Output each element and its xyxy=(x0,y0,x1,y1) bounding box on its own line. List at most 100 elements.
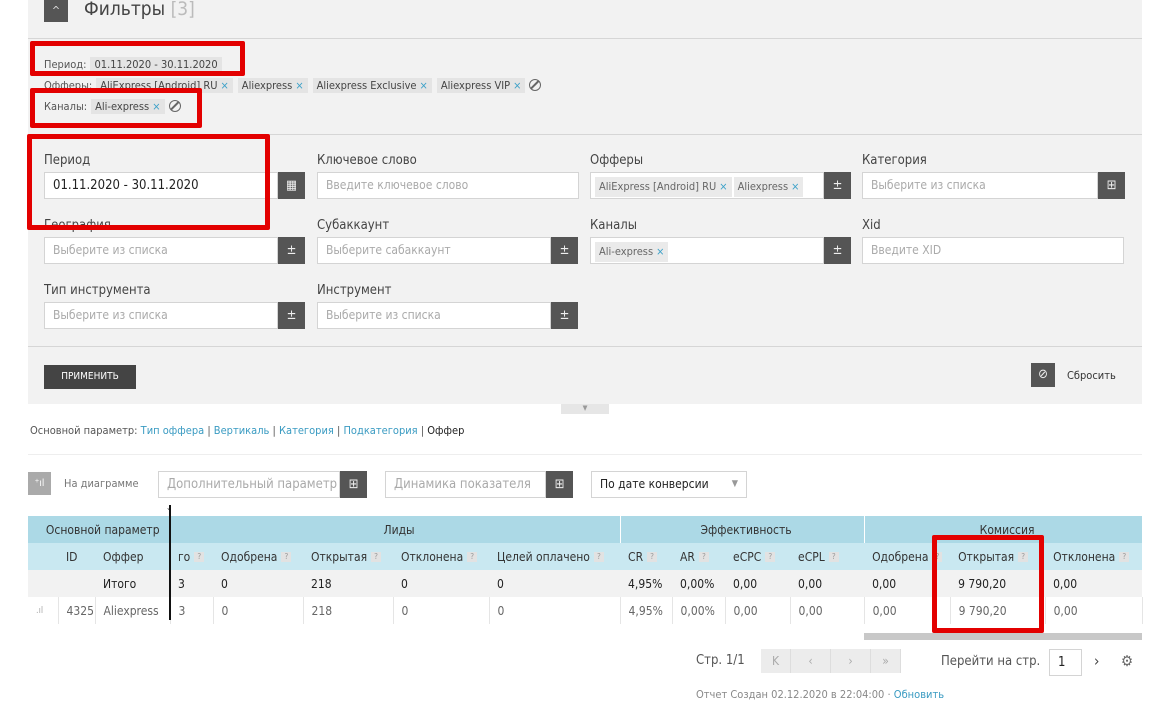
total-cell: 0 xyxy=(489,570,621,597)
plus-minus-icon[interactable]: ± xyxy=(551,302,578,329)
total-cell: 0,00% xyxy=(672,570,726,597)
highlight-box xyxy=(27,134,270,230)
table-cell: 0,00 xyxy=(790,597,865,624)
column-resize-handle[interactable] xyxy=(169,505,171,620)
geo-input[interactable]: Выберите из списка xyxy=(44,237,278,264)
column-header[interactable]: AR? xyxy=(672,543,726,570)
goto-page-input[interactable]: 1 xyxy=(1049,649,1082,676)
keyword-input[interactable]: Введите ключевое слово xyxy=(317,172,579,199)
help-icon[interactable]: ? xyxy=(467,552,478,562)
select-value: По дате конверсии xyxy=(600,477,709,491)
remove-icon[interactable]: × xyxy=(791,180,799,193)
plus-minus-icon[interactable]: ± xyxy=(278,237,305,264)
column-header[interactable]: Целей оплачено? xyxy=(489,543,621,570)
header-label: Одобрена xyxy=(221,549,278,564)
plus-minus-icon[interactable]: ± xyxy=(824,237,851,264)
header-label: Одобрена xyxy=(872,549,929,564)
plus-minus-icon[interactable]: ± xyxy=(278,302,305,329)
offers-select[interactable]: AliExpress [Android] RU × Aliexpress × xyxy=(590,172,824,199)
param-link[interactable]: Вертикаль xyxy=(214,424,270,437)
chip-label: Aliexpress xyxy=(241,78,293,92)
column-header[interactable]: eCPL? xyxy=(790,543,865,570)
calendar-icon[interactable]: ▦ xyxy=(278,172,305,199)
help-icon[interactable]: ? xyxy=(1119,552,1130,562)
xid-label: Xid xyxy=(862,218,881,233)
subaccount-input[interactable]: Выберите сабаккаунт xyxy=(317,237,551,264)
remove-icon[interactable]: × xyxy=(656,245,664,258)
tool-input[interactable]: Выберите из списка xyxy=(317,302,551,329)
channels-select[interactable]: Ali-express × xyxy=(590,237,824,264)
remove-icon[interactable]: × xyxy=(420,79,428,92)
horizontal-scrollbar[interactable] xyxy=(864,633,1142,640)
total-cell: 0 xyxy=(213,570,303,597)
header-label: ID xyxy=(66,549,78,564)
dynamics-input[interactable]: Динамика показателя xyxy=(385,471,546,498)
column-header[interactable]: CR? xyxy=(620,543,673,570)
table-cell: 218 xyxy=(303,597,394,624)
tool-type-input[interactable]: Выберите из списка xyxy=(44,302,278,329)
column-header[interactable]: Оффер xyxy=(95,543,170,570)
last-page-button[interactable]: » xyxy=(871,649,901,673)
help-icon[interactable]: ? xyxy=(281,552,292,562)
tag: Aliexpress × xyxy=(733,177,804,197)
help-icon[interactable]: ? xyxy=(593,552,604,562)
remove-icon[interactable]: × xyxy=(513,79,521,92)
header-label: Открытая xyxy=(311,549,368,564)
apply-button[interactable]: ПРИМЕНИТЬ xyxy=(44,365,136,389)
clear-offers-icon[interactable] xyxy=(529,79,542,91)
total-cell: 218 xyxy=(303,570,393,597)
reset-icon[interactable]: ⊘ xyxy=(1031,363,1055,387)
param-link[interactable]: Подкатегория xyxy=(343,424,417,437)
column-header[interactable]: го? xyxy=(170,543,213,570)
param-link[interactable]: Категория xyxy=(279,424,334,437)
refresh-link[interactable]: Обновить xyxy=(894,688,944,701)
group-header: Эффективность xyxy=(620,516,865,543)
add-list-icon[interactable]: ⊞ xyxy=(546,471,573,498)
help-icon[interactable]: ? xyxy=(371,552,382,562)
column-header[interactable]: eCPC? xyxy=(725,543,791,570)
column-header[interactable]: ID xyxy=(58,543,95,570)
category-label: Категория xyxy=(862,153,927,168)
add-list-icon[interactable]: ⊞ xyxy=(340,471,367,498)
plus-minus-icon[interactable]: ± xyxy=(551,237,578,264)
category-input[interactable]: Выберите из списка xyxy=(862,172,1098,199)
param-current: Оффер xyxy=(427,424,465,437)
divider xyxy=(28,346,1142,347)
help-icon[interactable]: ? xyxy=(698,552,709,562)
prev-page-button[interactable]: ‹ xyxy=(791,649,831,673)
table-cell: 0 xyxy=(393,597,490,624)
column-header[interactable]: Открытая? xyxy=(303,543,393,570)
plus-minus-icon[interactable]: ± xyxy=(824,172,851,199)
header-label: AR xyxy=(680,549,695,564)
tag-label: Ali-express xyxy=(599,245,654,258)
header-label: eCPL xyxy=(798,549,825,564)
row-chart-icon[interactable]: .ıl xyxy=(28,597,59,624)
extra-param-input[interactable]: Дополнительный параметр xyxy=(158,471,340,498)
gear-icon[interactable]: ⚙ xyxy=(1121,652,1133,670)
remove-icon[interactable]: × xyxy=(221,79,229,92)
column-header[interactable]: Отклонена? xyxy=(393,543,489,570)
reset-button[interactable]: Сбросить xyxy=(1067,369,1116,382)
total-cell: 0,00 xyxy=(1045,570,1143,597)
chart-toggle-icon[interactable]: ⁺ıl xyxy=(28,472,51,495)
subaccount-label: Субаккаунт xyxy=(317,218,390,233)
date-mode-select[interactable]: По дате конверсии ▼ xyxy=(591,471,747,498)
column-header[interactable]: Одобрена? xyxy=(213,543,303,570)
column-header[interactable]: Отклонена? xyxy=(1045,543,1143,570)
column-header[interactable] xyxy=(28,543,58,570)
help-icon[interactable]: ? xyxy=(647,552,658,562)
collapse-filters-button[interactable]: ^ xyxy=(44,0,68,22)
xid-input[interactable]: Введите XID xyxy=(862,237,1124,264)
remove-icon[interactable]: × xyxy=(719,180,727,193)
expand-handle[interactable]: ▼ xyxy=(561,404,609,414)
remove-icon[interactable]: × xyxy=(295,79,303,92)
goto-button[interactable]: › xyxy=(1094,652,1099,670)
tag: AliExpress [Android] RU × xyxy=(595,177,732,197)
help-icon[interactable]: ? xyxy=(194,552,205,562)
help-icon[interactable]: ? xyxy=(828,552,839,562)
first-page-button[interactable]: K xyxy=(761,649,791,673)
add-list-icon[interactable]: ⊞ xyxy=(1098,172,1125,199)
next-page-button[interactable]: › xyxy=(831,649,871,673)
help-icon[interactable]: ? xyxy=(765,552,776,562)
param-link[interactable]: Тип оффера xyxy=(141,424,205,437)
